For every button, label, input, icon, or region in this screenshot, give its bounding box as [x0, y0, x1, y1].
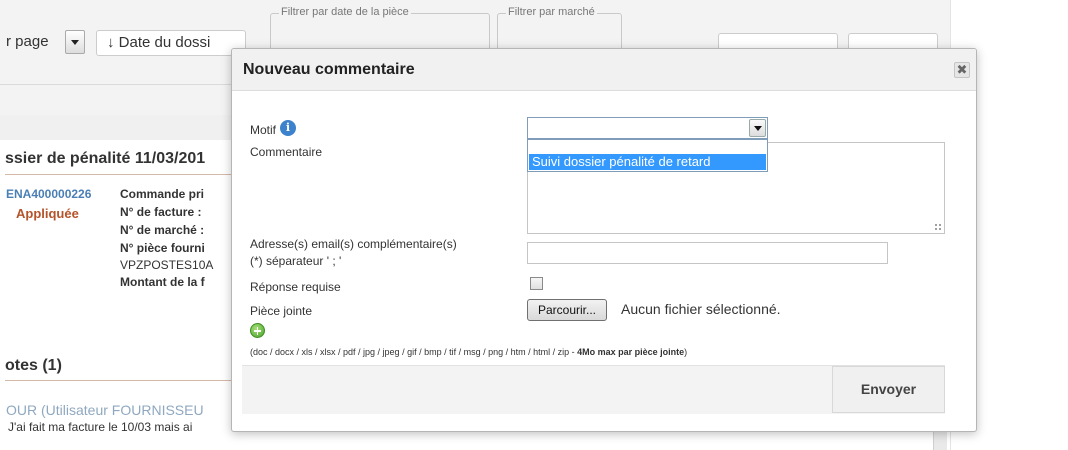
resize-grip-icon[interactable] — [934, 223, 942, 231]
filter-market-legend: Filtrer par marché — [506, 6, 597, 18]
chevron-down-icon[interactable] — [749, 119, 766, 137]
no-file-text: Aucun fichier sélectionné. — [621, 301, 781, 317]
browse-button[interactable]: Parcourir... — [527, 299, 607, 321]
filter-date-legend: Filtrer par date de la pièce — [279, 6, 411, 18]
detail-market: N° de marché : — [120, 223, 205, 237]
divider — [5, 174, 235, 175]
motif-select[interactable] — [527, 117, 768, 139]
reponse-label: Réponse requise — [250, 280, 341, 294]
filter-market-fieldset: Filtrer par marché — [497, 6, 622, 53]
motif-option-selected[interactable]: Suivi dossier pénalité de retard — [529, 154, 766, 170]
page-size-dropdown-button[interactable] — [65, 30, 85, 54]
detail-piece-value: VPZPOSTES10A — [120, 258, 214, 272]
allowed-types-hint: (doc / docx / xls / xlsx / pdf / jpg / j… — [250, 347, 687, 357]
sort-select[interactable]: ↓ Date du dossi — [96, 30, 246, 56]
dossier-reference-link[interactable]: ENA400000226 — [6, 187, 91, 201]
detail-invoice: N° de facture : — [120, 205, 202, 219]
notes-title: otes (1) — [5, 357, 62, 374]
reponse-checkbox[interactable] — [530, 277, 543, 290]
dossier-status: Appliquée — [16, 206, 79, 221]
motif-label: Motif — [250, 123, 277, 137]
close-icon[interactable]: ✖ — [954, 62, 970, 78]
detail-order: Commande pri — [120, 187, 205, 201]
new-comment-dialog: Nouveau commentaire ✖ Motif i Commentair… — [231, 48, 977, 432]
commentaire-label: Commentaire — [250, 145, 323, 159]
info-icon[interactable]: i — [280, 120, 296, 136]
page-size-label: r page — [6, 33, 49, 50]
section-band — [0, 115, 235, 140]
piece-jointe-label: Pièce jointe — [250, 304, 313, 318]
allowed-types-text: (doc / docx / xls / xlsx / pdf / jpg / j… — [250, 347, 578, 357]
detail-amount: Montant de la f — [120, 275, 205, 289]
allowed-types-close: ) — [684, 347, 688, 357]
note-text: J'ai fait ma facture le 10/03 mais ai — [8, 420, 193, 434]
filter-date-fieldset: Filtrer par date de la pièce — [270, 6, 490, 53]
dialog-header: Nouveau commentaire ✖ — [232, 49, 976, 91]
size-limit-text: 4Mo max par pièce jointe — [577, 347, 685, 357]
email-separator-hint: (*) séparateur ' ; ' — [250, 254, 342, 268]
send-button[interactable]: Envoyer — [832, 366, 945, 413]
email-label: Adresse(s) email(s) complémentaire(s) — [250, 237, 457, 251]
dossier-title: ssier de pénalité 11/03/201 — [5, 150, 206, 167]
email-field[interactable] — [527, 242, 888, 264]
motif-dropdown-list: Suivi dossier pénalité de retard — [527, 139, 768, 172]
dialog-title: Nouveau commentaire — [243, 61, 415, 78]
notes-divider — [5, 380, 235, 381]
detail-supplier-piece: N° pièce fourni — [120, 241, 205, 255]
add-attachment-icon[interactable] — [250, 323, 265, 338]
note-author: OUR (Utilisateur FOURNISSEU — [6, 402, 204, 418]
dialog-footer: Envoyer — [242, 365, 945, 414]
